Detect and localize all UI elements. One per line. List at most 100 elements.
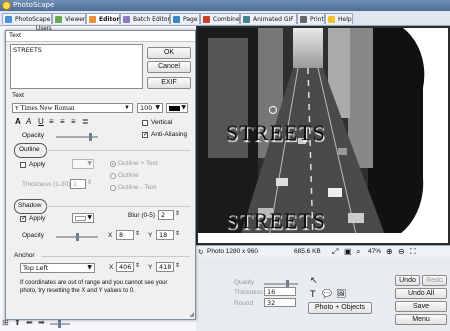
tab-page[interactable]: Page: [170, 13, 200, 24]
photo-objects-button[interactable]: Photo + Objects: [308, 302, 372, 314]
cancel-button[interactable]: Cancel: [147, 61, 191, 73]
edited-photo[interactable]: STREETS STREETS: [198, 28, 448, 243]
spinner-icon[interactable]: ⇕: [175, 262, 180, 269]
align-justify-icon[interactable]: ≣: [82, 117, 89, 126]
outline-only-radio[interactable]: [110, 173, 116, 179]
italic-icon[interactable]: A: [26, 117, 31, 126]
text-color-picker[interactable]: ▼: [166, 103, 188, 113]
fullscreen-icon[interactable]: ⛶: [410, 247, 416, 257]
vertical-checkbox[interactable]: [142, 120, 148, 126]
shadow-x-label: X: [108, 232, 113, 239]
thumbnail-size-slider[interactable]: [50, 320, 70, 328]
outline-apply-checkbox[interactable]: [20, 162, 26, 168]
menu-button[interactable]: Menu: [395, 314, 447, 325]
shadow-blur-value: 2: [161, 211, 166, 219]
tab-label: Animated GIF: [253, 16, 294, 23]
round-value: 32: [267, 299, 276, 307]
text-tool-icon[interactable]: T: [310, 289, 316, 299]
anchor-x-field[interactable]: 406: [116, 262, 134, 272]
zoom-out-icon[interactable]: ⊖: [398, 247, 405, 256]
dialog-titlebar[interactable]: Text: [6, 31, 195, 42]
spinner-icon[interactable]: ⇕: [175, 230, 180, 237]
anti-aliasing-checkbox[interactable]: [142, 130, 149, 138]
redo-button[interactable]: Redo: [422, 275, 447, 286]
anchor-y-label: Y: [148, 264, 153, 271]
spinner-icon[interactable]: ⇕: [87, 179, 92, 186]
actual-size-icon[interactable]: ▣: [344, 247, 352, 256]
tab-label: Editor: [99, 16, 120, 23]
zoom-in-icon[interactable]: ⊕: [386, 247, 393, 256]
shadow-y-field[interactable]: 18: [156, 230, 174, 240]
anchor-select[interactable]: Top Left ▼: [20, 263, 95, 273]
tab-photoscape[interactable]: PhotoScape: [2, 13, 52, 24]
photo-dimensions: Photo 1280 x 960: [207, 248, 258, 255]
ok-button[interactable]: OK: [147, 47, 191, 59]
slider-thumb[interactable]: [58, 320, 61, 328]
text-content-input[interactable]: STREETS: [10, 44, 143, 89]
photoscape-app-icon: [2, 1, 11, 10]
photo-text-top[interactable]: STREETS: [226, 120, 326, 146]
tab-label: Combine: [213, 16, 240, 23]
shadow-opacity-slider[interactable]: [56, 233, 98, 241]
text-opacity-slider[interactable]: [56, 133, 98, 141]
save-button[interactable]: Save: [395, 301, 447, 312]
tab-print[interactable]: Print: [297, 13, 325, 24]
round-field[interactable]: 32: [264, 298, 296, 307]
slider-thumb[interactable]: [75, 233, 79, 241]
shadow-color-picker[interactable]: ▼: [72, 213, 94, 223]
slider-thumb[interactable]: [89, 133, 93, 141]
outline-thickness-field[interactable]: 1: [70, 179, 86, 189]
tab-batch-editor[interactable]: Batch Editor: [120, 13, 170, 24]
shadow-apply-checkbox[interactable]: [20, 214, 27, 222]
font-select[interactable]: Ŧ Times New Roman ▼: [12, 103, 133, 113]
window-title: PhotoScape: [13, 1, 55, 9]
outline-color-picker[interactable]: ▼: [72, 159, 94, 169]
outline-text-radio[interactable]: [110, 161, 116, 167]
combine-tab-icon: [203, 16, 210, 23]
outline-minus-text-radio[interactable]: [110, 185, 116, 191]
cursor-tool-icon[interactable]: ↖: [310, 275, 318, 286]
spinner-icon[interactable]: ⇕: [135, 230, 140, 237]
button-label: Undo All: [407, 290, 435, 297]
tab-label: Batch Editor: [133, 16, 170, 23]
align-right-icon[interactable]: ≡: [71, 117, 76, 126]
photo-tool-icon[interactable]: 🖼: [336, 289, 346, 298]
exif-button[interactable]: EXIF: [147, 77, 191, 89]
thickness-value: 16: [267, 288, 276, 296]
underline-icon[interactable]: U: [38, 117, 44, 126]
chevron-down-icon: ▼: [87, 214, 92, 221]
text-content-value: STREETS: [13, 46, 42, 54]
zoom-icon[interactable]: ⌕: [356, 247, 360, 257]
tab-animated-gif[interactable]: Animated GIF: [240, 13, 297, 24]
align-left-icon[interactable]: ≡: [49, 117, 54, 126]
bold-icon[interactable]: A: [15, 117, 21, 126]
resize-grip-icon[interactable]: ◢: [189, 311, 194, 318]
anchor-section-label: Anchor: [14, 252, 35, 259]
shadow-x-field[interactable]: 8: [116, 230, 134, 240]
tab-combine[interactable]: Combine: [200, 13, 240, 24]
outline-section-label: Outline: [19, 146, 40, 153]
photo-text-bottom[interactable]: STREETS: [226, 208, 326, 234]
spinner-icon[interactable]: ⇕: [135, 262, 140, 269]
balloon-tool-icon[interactable]: 💬: [322, 289, 332, 298]
tab-viewer[interactable]: Viewer: [52, 13, 86, 24]
anchor-y-field[interactable]: 418: [156, 262, 174, 272]
editor-tab-icon: [89, 16, 96, 23]
thickness-field[interactable]: 16: [264, 287, 296, 296]
fit-view-icon[interactable]: ⤢: [332, 247, 338, 257]
tab-editor[interactable]: Editor: [86, 13, 120, 24]
window-titlebar: PhotoScape: [0, 0, 450, 11]
quality-slider[interactable]: [264, 280, 298, 288]
shadow-y-label: Y: [148, 232, 153, 239]
undo-button[interactable]: Undo: [395, 275, 420, 286]
align-center-icon[interactable]: ≡: [60, 117, 65, 126]
anchor-value: Top Left: [23, 264, 49, 272]
shadow-opacity-label: Opacity: [22, 232, 45, 239]
spinner-icon[interactable]: ⇕: [175, 210, 180, 217]
text-rotate-handle[interactable]: [269, 106, 277, 114]
font-size-select[interactable]: 100 ▼: [137, 103, 163, 113]
rotate-icon[interactable]: ↻: [198, 248, 203, 256]
tab-help[interactable]: Help: [325, 13, 353, 24]
undo-all-button[interactable]: Undo All: [395, 288, 447, 299]
shadow-blur-field[interactable]: 2: [158, 210, 174, 220]
